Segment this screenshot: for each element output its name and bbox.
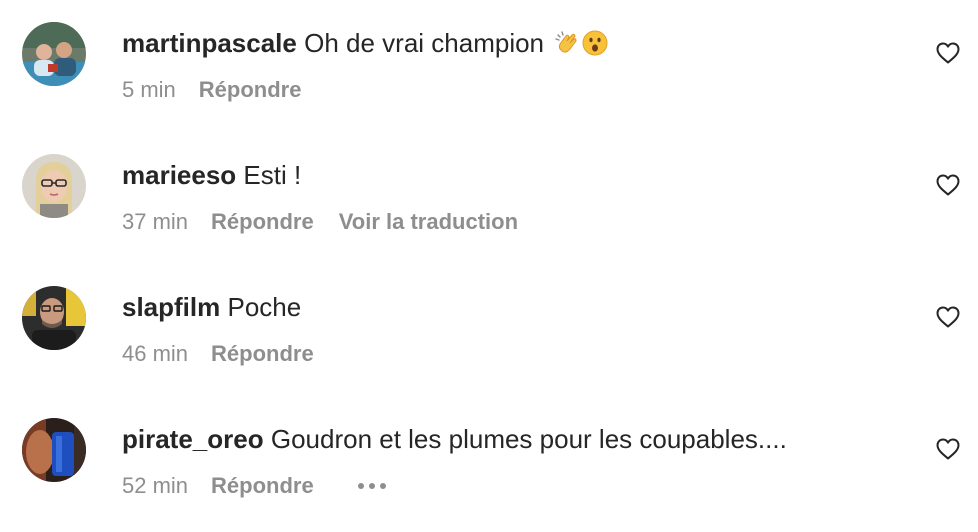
avatar-image: [22, 22, 86, 86]
reply-button[interactable]: Répondre: [211, 339, 314, 369]
heart-outline-icon: [936, 306, 960, 328]
avatar-image: [22, 286, 86, 350]
reply-button[interactable]: Répondre: [199, 75, 302, 105]
astonished-face-emoji-icon: [582, 30, 608, 64]
avatar[interactable]: [22, 418, 86, 482]
more-horizontal-icon[interactable]: [356, 479, 388, 493]
like-button[interactable]: [935, 41, 961, 65]
like-button[interactable]: [935, 173, 961, 197]
comment-body: Oh de vrai champion: [304, 28, 545, 58]
comment-username[interactable]: marieeso: [122, 160, 236, 190]
comment-username[interactable]: martinpascale: [122, 28, 297, 58]
comment-item: slapfilm Poche 46 min Répondre: [0, 286, 978, 396]
comment-meta: 37 min Répondre Voir la traduction: [122, 207, 543, 237]
avatar-image: [22, 154, 86, 218]
see-translation-button[interactable]: Voir la traduction: [339, 207, 518, 237]
avatar-image: [22, 418, 86, 482]
dot: [368, 483, 375, 489]
heart-outline-icon: [936, 174, 960, 196]
comment-text-line: marieeso Esti !: [122, 158, 301, 192]
comment-timestamp: 37 min: [122, 209, 189, 234]
comment-username[interactable]: pirate_oreo: [122, 424, 264, 454]
reply-button[interactable]: Répondre: [211, 207, 314, 237]
comment-item: marieeso Esti ! 37 min Répondre Voir la …: [0, 154, 978, 264]
comment-text-line: slapfilm Poche: [122, 290, 301, 324]
comment-text-line: pirate_oreo Goudron et les plumes pour l…: [122, 422, 787, 456]
heart-outline-icon: [936, 42, 960, 64]
comment-meta: 5 min Répondre: [122, 75, 326, 105]
dot: [379, 483, 386, 489]
comment-timestamp: 5 min: [122, 77, 176, 102]
comment-body: Esti !: [243, 160, 302, 190]
comment-item: pirate_oreo Goudron et les plumes pour l…: [0, 418, 978, 528]
dot: [357, 483, 364, 489]
like-button[interactable]: [935, 305, 961, 329]
avatar[interactable]: [22, 154, 86, 218]
comment-meta: 52 min Répondre: [122, 471, 388, 501]
comment-meta: 46 min Répondre: [122, 339, 339, 369]
avatar[interactable]: [22, 286, 86, 350]
reply-button[interactable]: Répondre: [211, 471, 314, 501]
comment-timestamp: 46 min: [122, 341, 189, 366]
comment-username[interactable]: slapfilm: [122, 292, 220, 322]
avatar[interactable]: [22, 22, 86, 86]
like-button[interactable]: [935, 437, 961, 461]
comment-body: Goudron et les plumes pour les coupables…: [270, 424, 787, 454]
comment-timestamp: 52 min: [122, 473, 189, 498]
comment-body: Poche: [227, 292, 302, 322]
clapping-hands-emoji-icon: [555, 30, 581, 64]
comment-item: martinpascale Oh de vrai champion 5 min …: [0, 22, 978, 132]
comment-text-line: martinpascale Oh de vrai champion: [122, 26, 608, 64]
heart-outline-icon: [936, 438, 960, 460]
